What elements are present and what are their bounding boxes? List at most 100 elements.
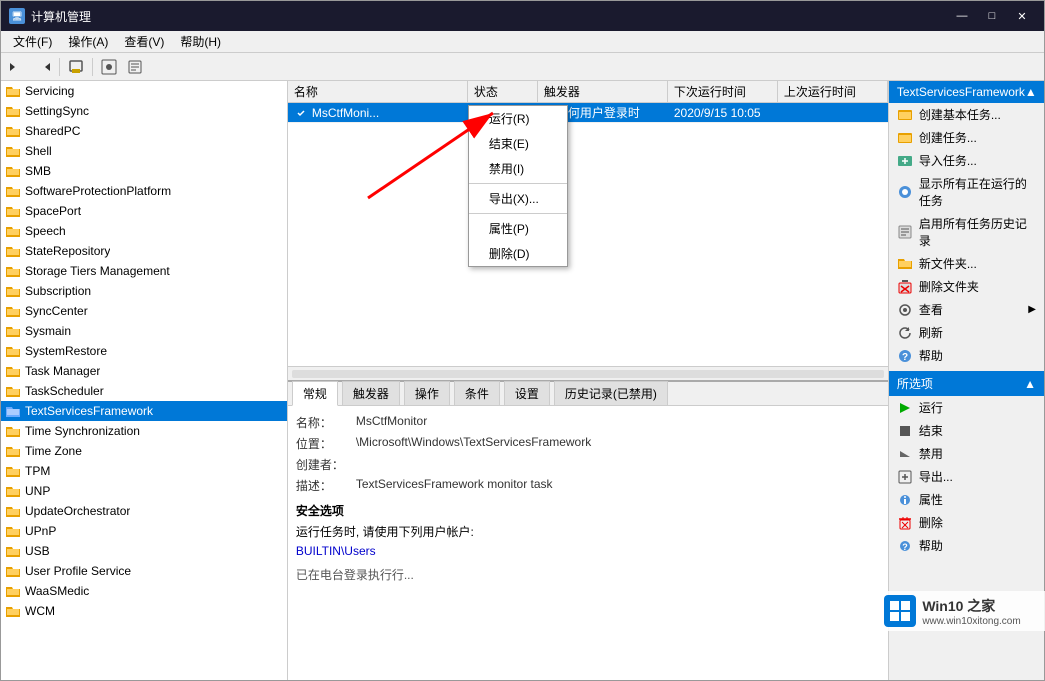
- sidebar-item-unp[interactable]: UNP: [1, 481, 287, 501]
- menu-help[interactable]: 帮助(H): [172, 31, 229, 52]
- security-user: BUILTIN\Users: [296, 544, 880, 558]
- right-action-refresh[interactable]: 刷新: [889, 321, 1044, 344]
- sidebar-item-sysmain[interactable]: Sysmain: [1, 321, 287, 341]
- sidebar-item-waasmedic[interactable]: WaaSMedic: [1, 581, 287, 601]
- forward-button[interactable]: [31, 56, 55, 78]
- right-action-show-running[interactable]: 显示所有正在运行的任务: [889, 172, 1044, 212]
- back-button[interactable]: [5, 56, 29, 78]
- tab-history[interactable]: 历史记录(已禁用): [554, 381, 668, 405]
- context-menu-run[interactable]: 运行(R): [469, 106, 567, 131]
- properties-icon: [897, 492, 913, 508]
- right-action-disable[interactable]: 禁用: [889, 442, 1044, 465]
- sidebar-label-smb: SMB: [25, 164, 51, 178]
- horizontal-scrollbar[interactable]: [288, 366, 888, 380]
- right-section-main: TextServicesFramework ▲ 创建基本任务... 创建任务..…: [889, 81, 1044, 367]
- sidebar-item-userprofileservice[interactable]: User Profile Service: [1, 561, 287, 581]
- menu-view[interactable]: 查看(V): [116, 31, 172, 52]
- sidebar-item-taskscheduler[interactable]: TaskScheduler: [1, 381, 287, 401]
- right-action-end[interactable]: 结束: [889, 419, 1044, 442]
- sidebar-item-settingsync[interactable]: SettingSync: [1, 101, 287, 121]
- col-header-trigger[interactable]: 触发器: [538, 81, 668, 102]
- sidebar-item-updateorchestrator[interactable]: UpdateOrchestrator: [1, 501, 287, 521]
- sidebar-item-textservicesframework[interactable]: TextServicesFramework: [1, 401, 287, 421]
- tab-triggers[interactable]: 触发器: [342, 381, 400, 405]
- right-action-import[interactable]: 导入任务...: [889, 149, 1044, 172]
- context-menu-disable[interactable]: 禁用(I): [469, 156, 567, 181]
- maximize-button[interactable]: □: [978, 6, 1006, 26]
- sidebar-item-staterepository[interactable]: StateRepository: [1, 241, 287, 261]
- tab-settings[interactable]: 设置: [504, 381, 550, 405]
- sidebar-item-storagetiersmanagement[interactable]: Storage Tiers Management: [1, 261, 287, 281]
- right-action-help-sub-label: 帮助: [919, 537, 943, 554]
- sidebar-label-subscription: Subscription: [25, 284, 91, 298]
- sidebar-item-usb[interactable]: USB: [1, 541, 287, 561]
- sidebar-item-speech[interactable]: Speech: [1, 221, 287, 241]
- sidebar-label-staterepository: StateRepository: [25, 244, 110, 258]
- detail-tabs: 常规 触发器 操作 条件 设置 历史记录(已禁用): [288, 382, 888, 406]
- context-menu-export[interactable]: 导出(X)...: [469, 186, 567, 211]
- up-button[interactable]: [64, 56, 88, 78]
- right-action-view[interactable]: 查看 ▶: [889, 298, 1044, 321]
- sidebar-label-textservicesframework: TextServicesFramework: [25, 404, 153, 418]
- sidebar-item-wcm[interactable]: WCM: [1, 601, 287, 621]
- sidebar-item-smb[interactable]: SMB: [1, 161, 287, 181]
- sidebar-item-softwareprotection[interactable]: SoftwareProtectionPlatform: [1, 181, 287, 201]
- right-action-create-task[interactable]: 创建任务...: [889, 126, 1044, 149]
- sidebar-item-servicing[interactable]: Servicing: [1, 81, 287, 101]
- right-action-new-folder[interactable]: 新文件夹...: [889, 252, 1044, 275]
- right-action-delete[interactable]: 删除: [889, 511, 1044, 534]
- right-action-help-sub[interactable]: ? 帮助: [889, 534, 1044, 557]
- view-submenu-icon: ▶: [1028, 304, 1036, 315]
- menu-action[interactable]: 操作(A): [60, 31, 116, 52]
- right-action-disable-label: 禁用: [919, 445, 943, 462]
- sidebar-item-tpm[interactable]: TPM: [1, 461, 287, 481]
- detail-name-row: 名称： MsCtfMonitor: [296, 414, 880, 431]
- right-action-create-basic[interactable]: 创建基本任务...: [889, 103, 1044, 126]
- table-row[interactable]: MsCtfMoni... 准备就绪 当任何用户登录时 2020/9/15 10:…: [288, 103, 888, 123]
- sidebar-item-sharedpc[interactable]: SharedPC: [1, 121, 287, 141]
- sidebar-label-softwareprotection: SoftwareProtectionPlatform: [25, 184, 171, 198]
- right-section-main-header[interactable]: TextServicesFramework ▲: [889, 81, 1044, 103]
- sidebar-item-timezone[interactable]: Time Zone: [1, 441, 287, 461]
- window-title: 计算机管理: [31, 8, 91, 25]
- context-menu-delete[interactable]: 删除(D): [469, 241, 567, 266]
- sidebar-label-taskscheduler: TaskScheduler: [25, 384, 104, 398]
- sidebar-item-synccenter[interactable]: SyncCenter: [1, 301, 287, 321]
- col-header-name[interactable]: 名称: [288, 81, 468, 102]
- sidebar-label-wcm: WCM: [25, 604, 55, 618]
- delete-icon: [897, 515, 913, 531]
- sidebar-item-subscription[interactable]: Subscription: [1, 281, 287, 301]
- right-action-properties[interactable]: 属性: [889, 488, 1044, 511]
- right-action-export[interactable]: 导出...: [889, 465, 1044, 488]
- detail-name-value: MsCtfMonitor: [356, 414, 880, 431]
- right-action-run[interactable]: 运行: [889, 396, 1044, 419]
- right-action-enable-history[interactable]: 启用所有任务历史记录: [889, 212, 1044, 252]
- sidebar-item-systemrestore[interactable]: SystemRestore: [1, 341, 287, 361]
- right-action-delete-folder-label: 删除文件夹: [919, 278, 979, 295]
- sidebar-item-spaceport[interactable]: SpacePort: [1, 201, 287, 221]
- tab-general[interactable]: 常规: [292, 381, 338, 406]
- sidebar-label-spaceport: SpacePort: [25, 204, 81, 218]
- minimize-button[interactable]: —: [948, 6, 976, 26]
- sidebar-item-upnp[interactable]: UPnP: [1, 521, 287, 541]
- close-button[interactable]: ✕: [1008, 6, 1036, 26]
- menu-file[interactable]: 文件(F): [5, 31, 60, 52]
- properties-button[interactable]: [123, 56, 147, 78]
- context-menu-properties[interactable]: 属性(P): [469, 216, 567, 241]
- right-action-help-main[interactable]: ? 帮助: [889, 344, 1044, 367]
- col-header-status[interactable]: 状态: [468, 81, 538, 102]
- sidebar-label-systemrestore: SystemRestore: [25, 344, 107, 358]
- sidebar-item-taskmanager[interactable]: Task Manager: [1, 361, 287, 381]
- right-section-sub-header[interactable]: 所选项 ▲: [889, 371, 1044, 396]
- sidebar-label-waasmedic: WaaSMedic: [25, 584, 89, 598]
- col-header-last-run[interactable]: 上次运行时间: [778, 81, 888, 102]
- sidebar-item-shell[interactable]: Shell: [1, 141, 287, 161]
- show-hide-button[interactable]: [97, 56, 121, 78]
- sidebar-item-timesynchronization[interactable]: Time Synchronization: [1, 421, 287, 441]
- refresh-icon: [897, 325, 913, 341]
- right-action-delete-folder[interactable]: 删除文件夹: [889, 275, 1044, 298]
- context-menu-end[interactable]: 结束(E): [469, 131, 567, 156]
- tab-conditions[interactable]: 条件: [454, 381, 500, 405]
- tab-actions[interactable]: 操作: [404, 381, 450, 405]
- col-header-next-run[interactable]: 下次运行时间: [668, 81, 778, 102]
